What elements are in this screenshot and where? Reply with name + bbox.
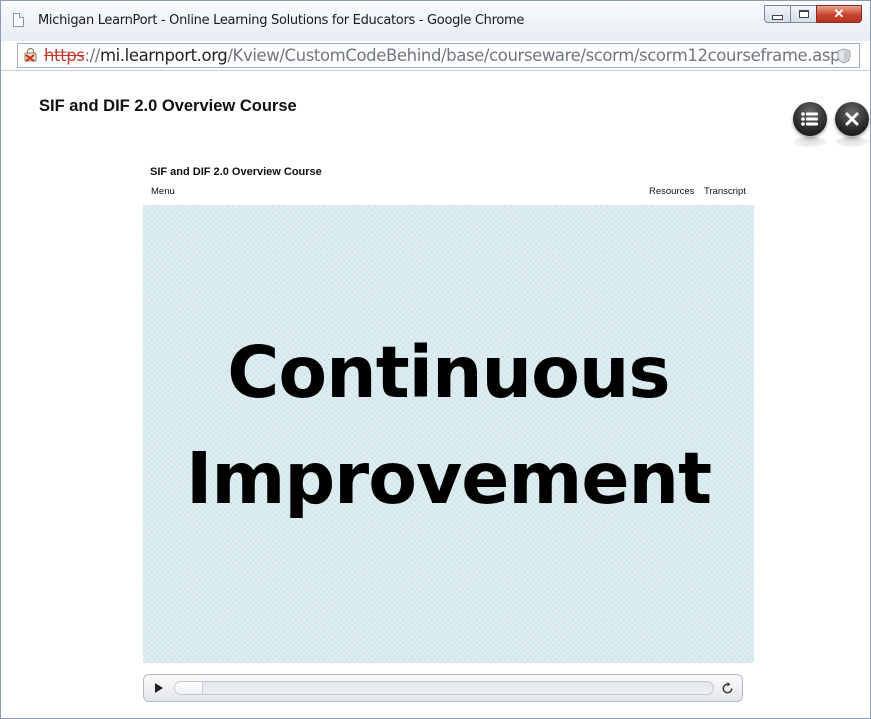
player-menu-link[interactable]: Menu bbox=[151, 186, 175, 197]
course-player: SIF and DIF 2.0 Overview Course Menu Res… bbox=[143, 161, 754, 706]
player-resources-link[interactable]: Resources bbox=[649, 186, 694, 197]
playback-bar bbox=[143, 674, 743, 702]
url-separator: :// bbox=[84, 46, 100, 65]
url-scheme: https bbox=[44, 46, 85, 65]
play-icon[interactable] bbox=[155, 683, 163, 693]
button-reflection bbox=[835, 137, 869, 147]
course-menu-button[interactable] bbox=[793, 102, 827, 136]
list-icon bbox=[801, 112, 818, 126]
url-text[interactable]: https://mi.learnport.org/Kview/CustomCod… bbox=[44, 46, 850, 65]
page-icon bbox=[13, 13, 24, 27]
slide-area: Continuous Improvement bbox=[143, 205, 754, 663]
window-title: Michigan LearnPort - Online Learning Sol… bbox=[38, 13, 525, 28]
window-controls: ✕ bbox=[764, 5, 862, 25]
url-path: /Kview/CustomCodeBehind/base/courseware/… bbox=[227, 46, 850, 65]
button-reflection bbox=[793, 137, 827, 147]
minimize-button[interactable] bbox=[764, 5, 790, 23]
close-window-icon: ✕ bbox=[833, 6, 845, 21]
course-close-button[interactable] bbox=[835, 102, 869, 136]
title-bar[interactable]: Michigan LearnPort - Online Learning Sol… bbox=[1, 1, 870, 41]
maximize-icon bbox=[798, 10, 809, 18]
url-host: mi.learnport.org bbox=[99, 46, 228, 65]
player-transcript-link[interactable]: Transcript bbox=[704, 186, 746, 197]
seek-progress bbox=[175, 682, 203, 694]
insecure-lock-icon bbox=[24, 48, 37, 62]
address-bar[interactable]: https://mi.learnport.org/Kview/CustomCod… bbox=[17, 43, 860, 68]
slide-title-line-1: Continuous bbox=[227, 331, 670, 414]
maximize-button[interactable] bbox=[790, 5, 816, 23]
close-icon bbox=[845, 112, 859, 126]
page-title: SIF and DIF 2.0 Overview Course bbox=[39, 97, 297, 115]
minimize-icon bbox=[772, 14, 783, 20]
divider bbox=[1, 70, 870, 71]
shield-icon[interactable] bbox=[837, 48, 851, 64]
slide-title-line-2: Improvement bbox=[185, 437, 712, 520]
replay-icon[interactable] bbox=[720, 681, 735, 696]
player-title: SIF and DIF 2.0 Overview Course bbox=[150, 166, 322, 178]
browser-window: Michigan LearnPort - Online Learning Sol… bbox=[0, 0, 871, 719]
seek-bar[interactable] bbox=[174, 681, 714, 695]
close-window-button[interactable]: ✕ bbox=[816, 5, 862, 23]
